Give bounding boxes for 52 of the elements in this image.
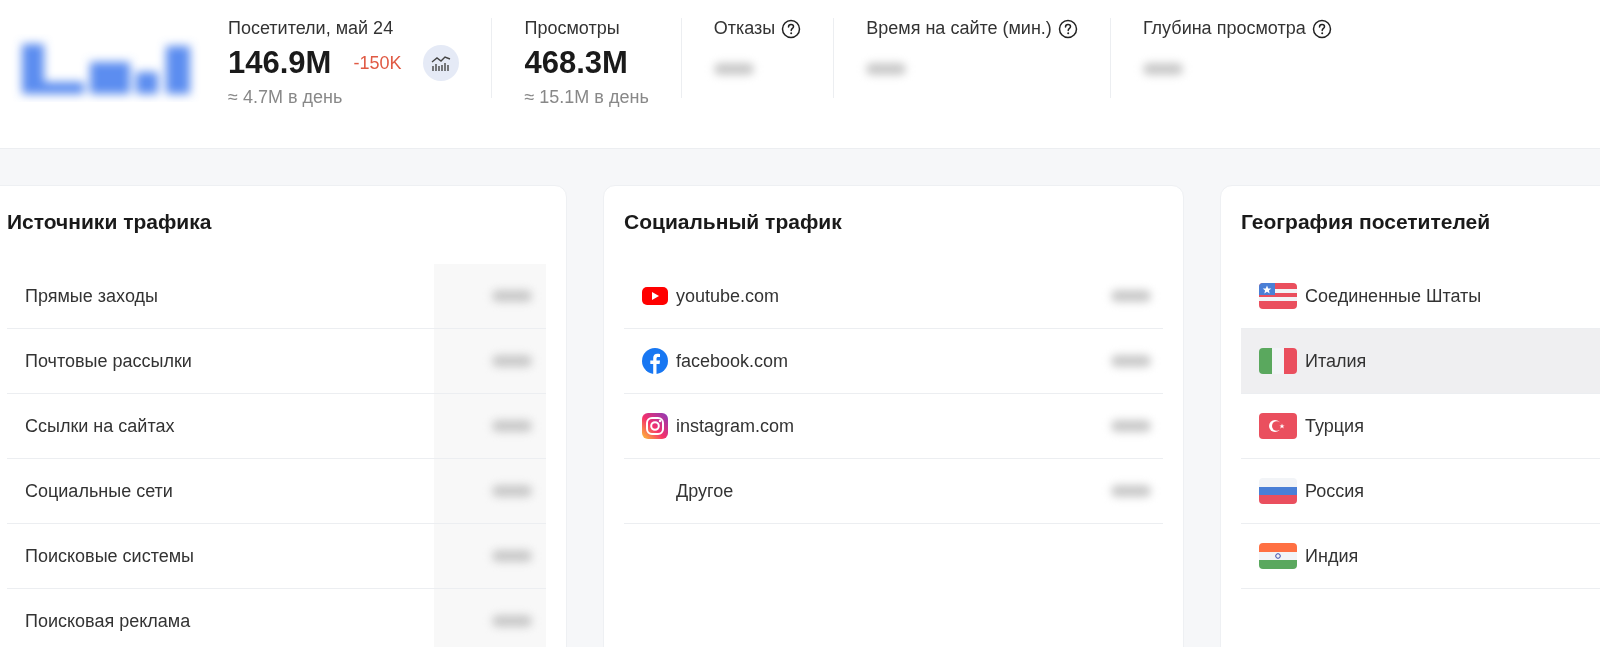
camera-logo-icon [642,413,668,439]
blurred-value [1111,485,1151,497]
blurred-value [492,290,532,302]
stat-label: Глубина просмотра [1142,18,1306,39]
stat-change: -150K [353,52,402,74]
stat-label: Посетители, май 24 [228,18,394,39]
f-logo-icon [642,348,668,374]
source-name: Почтовые рассылки [25,350,192,371]
blurred-value [492,420,532,432]
source-name: Прямые заходы [25,285,158,306]
per-day-average: ≈ 15.1M в день [524,87,649,108]
blurred-value [1111,420,1151,432]
stat-label: Время на сайте (мин.) [866,18,1052,39]
blurred-value [492,615,532,627]
chart-icon [430,54,453,72]
card-title: География посетителей [1241,210,1492,235]
blurred-value [1142,63,1183,75]
flag-icon [1259,543,1297,569]
stat-value: 146.9M [228,45,332,81]
blurred-value [1111,355,1151,367]
site-name: youtube.com [676,285,780,306]
country-row[interactable]: Италия [1241,329,1600,394]
site-name: instagram.com [676,415,795,436]
source-name: Социальные сети [25,480,173,501]
source-name: Поисковые системы [25,545,195,566]
site-name: Другое [676,480,734,501]
flag-icon [1259,413,1297,439]
country-row[interactable]: Турция [1241,394,1600,459]
site-name: facebook.com [676,350,789,371]
blurred-value [713,63,754,75]
blurred-value [492,550,532,562]
country-row[interactable]: Индия [1241,524,1600,589]
card-title: Источники трафика [7,210,213,235]
blurred-value [492,485,532,497]
blurred-value [866,63,907,75]
stat-value: 468.3M [524,45,628,81]
flag-icon [1259,283,1297,309]
help-icon[interactable] [1311,18,1332,39]
source-name: Ссылки на сайтах [25,415,175,436]
per-day-average: ≈ 4.7M в день [228,87,344,108]
help-icon[interactable] [781,18,802,39]
blurred-value [1111,290,1151,302]
chart-button[interactable] [423,45,460,81]
country-row[interactable]: Россия [1241,459,1600,524]
help-icon[interactable] [1057,18,1078,39]
stat-label: Отказы [713,18,776,39]
stat-label: Просмотры [524,18,620,39]
blurred-value [492,355,532,367]
source-name: Поисковая реклама [25,610,191,631]
flag-icon [1259,478,1297,504]
flag-icon [1259,348,1297,374]
card-title: Социальный трафик [624,210,843,235]
